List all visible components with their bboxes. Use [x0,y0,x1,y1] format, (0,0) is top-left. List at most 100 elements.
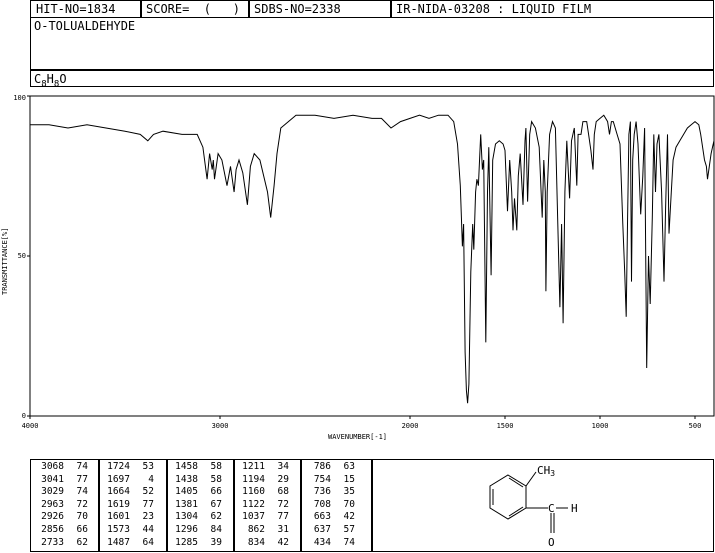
peak-column-divider [98,459,100,552]
y-tick-label: 0 [22,412,26,420]
peak-row: 1037 77 [237,511,289,524]
peak-row: 2856 66 [36,524,88,537]
peak-wavenumber: 1697 [107,473,130,485]
peak-row: 2926 70 [36,511,88,524]
peak-row: 2733 62 [36,537,88,550]
peak-row: 1487 64 [102,537,154,550]
x-tick-label: 1500 [497,422,514,430]
peak-row: 1304 62 [170,511,222,524]
peak-row: 2963 72 [36,499,88,512]
y-tick-label: 100 [13,94,26,102]
x-tick-label: 4000 [22,422,39,430]
peak-transmittance: 57 [343,523,355,535]
peak-row: 1619 77 [102,499,154,512]
peak-wavenumber: 1037 [242,511,265,523]
peak-row: 1601 23 [102,511,154,524]
peak-wavenumber: 1194 [242,473,265,485]
peak-transmittance: 62 [76,536,88,548]
peak-wavenumber: 1458 [175,461,198,472]
peak-wavenumber: 1296 [175,523,198,535]
peak-wavenumber: 708 [313,498,331,510]
peak-transmittance: 15 [343,473,355,485]
peak-transmittance: 64 [142,536,154,548]
y-tick-label: 50 [18,252,26,260]
peak-transmittance: 44 [142,523,154,535]
peak-row: 1381 67 [170,499,222,512]
peak-transmittance: 39 [210,536,222,548]
peak-transmittance: 66 [76,523,88,535]
peak-wavenumber: 637 [313,523,331,535]
peak-transmittance: 63 [343,461,355,472]
peak-transmittance: 42 [277,536,289,548]
peak-transmittance: 74 [343,536,355,548]
spectrum-line [30,114,715,404]
peak-transmittance: 31 [277,523,289,535]
peak-column-divider [300,459,302,552]
peak-wavenumber: 1573 [107,523,130,535]
x-tick-label: 1000 [592,422,609,430]
peak-wavenumber: 1438 [175,473,198,485]
peak-transmittance: 70 [343,498,355,510]
x-tick-label: 500 [689,422,702,430]
peak-row: 754 15 [303,474,355,487]
peak-transmittance: 68 [277,486,289,498]
plot-frame [29,95,715,417]
peak-transmittance: 72 [277,498,289,510]
peak-row: 3029 74 [36,486,88,499]
peak-transmittance: 77 [76,473,88,485]
peak-wavenumber: 1601 [107,511,130,523]
peak-transmittance: 66 [210,486,222,498]
x-tick-label: 2000 [402,422,419,430]
peak-row: 1211 34 [237,461,289,474]
peak-row: 637 57 [303,524,355,537]
peak-row: 736 35 [303,486,355,499]
peak-row: 708 70 [303,499,355,512]
peak-row: 1122 72 [237,499,289,512]
peak-wavenumber: 1664 [107,486,130,498]
peak-wavenumber: 1122 [242,498,265,510]
peak-row: 1285 39 [170,537,222,550]
x-axis-label: WAVENUMBER[-1] [328,433,387,441]
carbonyl-carbon-label: C [548,502,555,515]
methyl-label: CH3 [537,464,555,478]
peak-wavenumber: 786 [313,461,331,472]
peak-row: 3068 74 [36,461,88,474]
peak-transmittance: 29 [277,473,289,485]
peak-wavenumber: 3029 [41,486,64,498]
peak-wavenumber: 2856 [41,523,64,535]
peak-transmittance: 23 [142,511,154,523]
peak-wavenumber: 754 [313,473,331,485]
peak-wavenumber: 1487 [107,536,130,548]
peak-transmittance: 74 [76,461,88,472]
peak-transmittance: 35 [343,486,355,498]
peak-column-divider [166,459,168,552]
peak-transmittance: 52 [142,486,154,498]
peak-wavenumber: 434 [313,536,331,548]
peak-column: 1211 34 1194 29 1160 68 1122 72 1037 77 862 31 834 42 [237,461,289,549]
peak-row: 1160 68 [237,486,289,499]
peak-row: 3041 77 [36,474,88,487]
peak-row: 434 74 [303,537,355,550]
peak-transmittance: 58 [210,473,222,485]
peak-wavenumber: 2963 [41,498,64,510]
peak-wavenumber: 862 [247,523,265,535]
peak-transmittance: 58 [210,461,222,472]
oxygen-label: O [548,536,555,549]
peak-row: 834 42 [237,537,289,550]
peak-column: 1724 53 1697 4 1664 52 1619 77 1601 23 1573 44 1487 6… [102,461,154,549]
peak-wavenumber: 1160 [242,486,265,498]
peak-transmittance: 4 [148,473,154,485]
peak-transmittance: 72 [76,498,88,510]
peak-transmittance: 77 [142,498,154,510]
peak-wavenumber: 736 [313,486,331,498]
peak-row: 1697 4 [102,474,154,487]
peak-wavenumber: 1304 [175,511,198,523]
peak-transmittance: 42 [343,511,355,523]
peak-transmittance: 67 [210,498,222,510]
peak-row: 1664 52 [102,486,154,499]
peak-row: 862 31 [237,524,289,537]
peak-row: 1405 66 [170,486,222,499]
peak-row: 1458 58 [170,461,222,474]
peak-wavenumber: 1405 [175,486,198,498]
peak-transmittance: 77 [277,511,289,523]
